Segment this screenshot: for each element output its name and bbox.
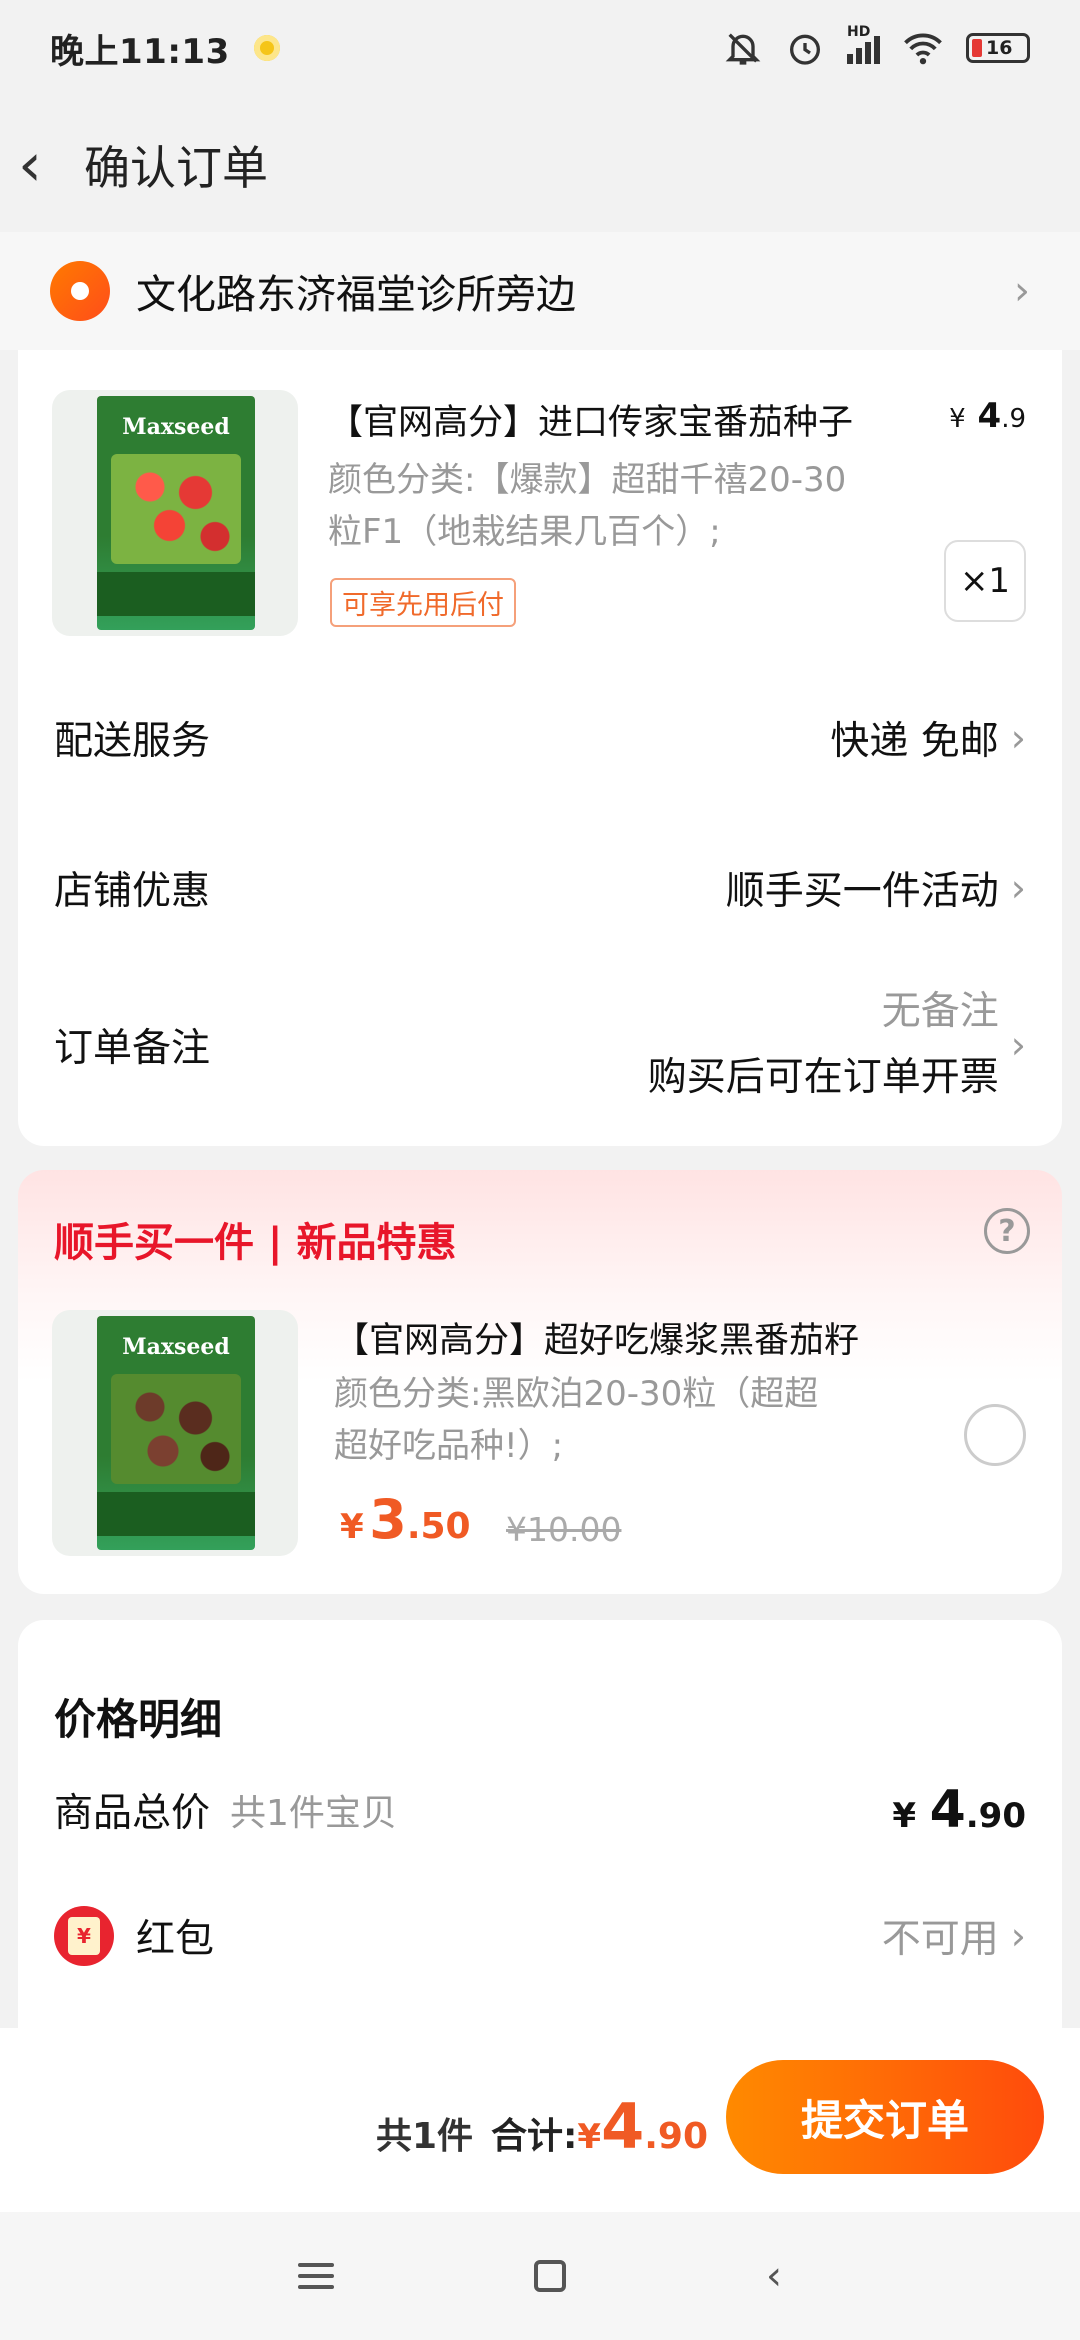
deal-product-spec: 颜色分类:黑欧泊20-30粒（超超 超好吃品种!）; <box>334 1374 819 1466</box>
total-price: ¥4.90 <box>577 2090 708 2163</box>
goods-total-row: 商品总价 共1件宝贝 ¥ 4.90 <box>54 1770 1026 1850</box>
addon-deal-card: 顺手买一件 | 新品特惠 ? Maxseed 【官网高分】超好吃爆浆黑番茄籽 颜… <box>18 1170 1062 1594</box>
battery-icon: 16 <box>966 33 1030 63</box>
system-nav-bar: ‹ <box>0 2212 1080 2340</box>
product-image[interactable]: Maxseed <box>52 390 298 636</box>
total-label: 合计: <box>491 2116 578 2157</box>
back-icon[interactable]: ‹ <box>18 130 78 200</box>
delivery-value: 快递 免邮 <box>830 719 999 764</box>
price-detail-header: 价格明细 <box>54 1695 223 1744</box>
home-icon[interactable] <box>534 2260 566 2292</box>
order-summary: 共1件 合计: ¥4.90 <box>376 2090 708 2163</box>
order-note-values: 无备注 购买后可在订单开票 <box>647 989 999 1100</box>
goods-count: 共1件宝贝 <box>230 1793 397 1834</box>
order-note-label: 订单备注 <box>54 1026 211 1071</box>
status-time: 晚上11:13 <box>50 31 230 72</box>
deal-original-price: ¥10.00 <box>506 1510 622 1549</box>
seed-package: Maxseed <box>97 396 255 630</box>
seed-package: Maxseed <box>97 1316 255 1550</box>
deal-product-image[interactable]: Maxseed <box>52 1310 298 1556</box>
chevron-right-icon: › <box>1010 1023 1026 1067</box>
product-price: ¥ 4.9 <box>949 396 1026 436</box>
red-packet-icon: ¥ <box>54 1906 114 1966</box>
package-logo: Maxseed <box>122 1334 230 1360</box>
shop-discount-value: 顺手买一件活动 <box>725 869 999 914</box>
item-count: 共1件 <box>375 2116 473 2157</box>
wifi-icon <box>904 33 942 65</box>
deal-header: 顺手买一件 | 新品特惠 <box>54 1220 457 1266</box>
redpack-value: 不可用 <box>881 1917 999 1962</box>
help-icon[interactable]: ? <box>984 1208 1030 1254</box>
price-detail-card: 价格明细 商品总价 共1件宝贝 ¥ 4.90 ¥ 红包 不可用 › <box>18 1620 1062 2040</box>
alarm-icon <box>790 34 820 65</box>
status-bar: 晚上11:13 HD 16 <box>0 0 1080 96</box>
chevron-right-icon: › <box>1014 268 1030 314</box>
deal-product-title[interactable]: 【官网高分】超好吃爆浆黑番茄籽 <box>334 1312 859 1363</box>
address-row[interactable]: 文化路东济福堂诊所旁边 › <box>0 232 1080 350</box>
mute-bell-icon <box>725 33 761 65</box>
submit-order-button[interactable]: 提交订单 <box>726 2060 1044 2174</box>
chevron-right-icon: › <box>1010 716 1026 760</box>
package-logo: Maxseed <box>122 414 230 440</box>
order-note-row[interactable]: 订单备注 无备注 购买后可在订单开票 › <box>54 970 1026 1120</box>
redpack-label: 红包 <box>136 1917 215 1962</box>
signal-icon: HD <box>847 24 880 64</box>
redpack-row[interactable]: ¥ 红包 不可用 › <box>54 1896 1026 1976</box>
chevron-right-icon: › <box>1010 866 1026 910</box>
weather-icon <box>253 35 280 61</box>
status-icons: HD 16 <box>723 24 1030 68</box>
shop-discount-label: 店铺优惠 <box>54 869 211 914</box>
deal-select-radio[interactable] <box>964 1404 1026 1466</box>
location-pin-icon <box>50 261 110 321</box>
delivery-label: 配送服务 <box>54 719 211 764</box>
shop-discount-row[interactable]: 店铺优惠 顺手买一件活动 › <box>54 848 1026 928</box>
pay-later-tag: 可享先用后付 <box>330 578 516 627</box>
product-title[interactable]: 【官网高分】进口传家宝番茄种子 <box>328 394 853 445</box>
goods-total-price: ¥ 4.90 <box>892 1780 1026 1840</box>
quantity-stepper[interactable]: ×1 <box>944 540 1026 622</box>
deal-price: ¥ 3.50 <box>340 1488 471 1551</box>
goods-total-label: 商品总价 <box>54 1791 211 1836</box>
top-nav: ‹ 确认订单 <box>0 110 1080 220</box>
order-card: Maxseed 【官网高分】进口传家宝番茄种子 ¥ 4.9 颜色分类:【爆款】超… <box>18 350 1062 1146</box>
address-text: 文化路东济福堂诊所旁边 <box>136 272 576 318</box>
delivery-row[interactable]: 配送服务 快递 免邮 › <box>54 698 1026 778</box>
product-spec[interactable]: 颜色分类:【爆款】超甜千禧20-30 粒F1（地栽结果几百个）; <box>328 454 846 558</box>
page-title: 确认订单 <box>84 141 268 195</box>
bottom-bar: 共1件 合计: ¥4.90 提交订单 <box>0 2028 1080 2212</box>
chevron-right-icon: › <box>1010 1914 1026 1958</box>
back-nav-icon[interactable]: ‹ <box>766 2253 782 2299</box>
menu-icon[interactable] <box>298 2263 334 2289</box>
